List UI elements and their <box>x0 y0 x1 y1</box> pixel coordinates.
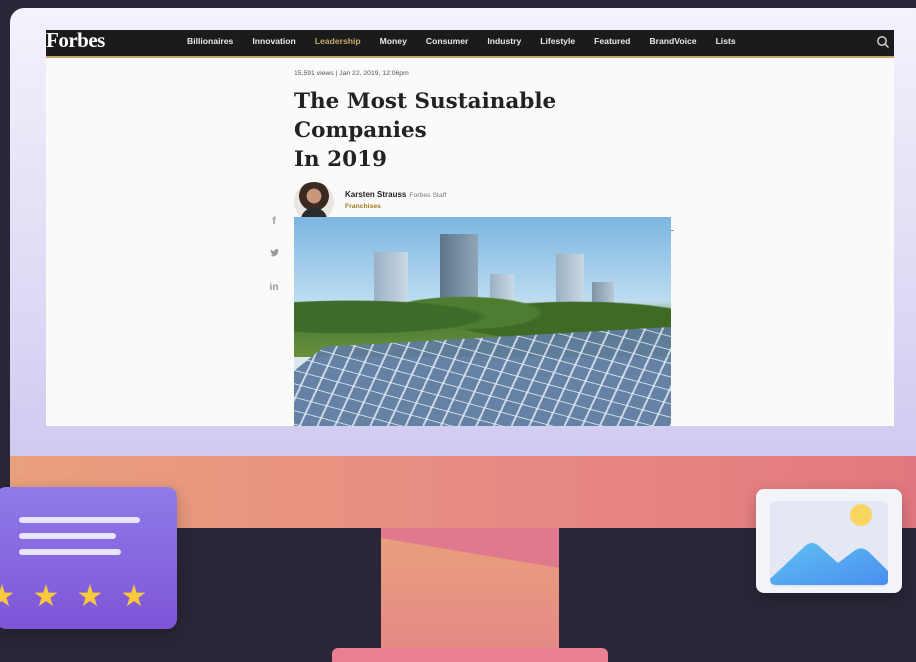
search-icon[interactable] <box>876 35 890 49</box>
image-icon <box>770 501 888 587</box>
star-icon: ★ <box>120 580 148 613</box>
article-header: 15,591 views | Jan 22, 2019, 12:06pm The… <box>294 70 674 231</box>
author-line: Karsten Strauss Forbes Staff <box>345 190 446 199</box>
nav-links: Billionaires Innovation Leadership Money… <box>187 36 755 46</box>
facebook-icon[interactable]: f <box>264 216 284 227</box>
nav-innovation[interactable]: Innovation <box>252 36 295 46</box>
author-role: Forbes Staff <box>409 192 447 199</box>
monitor-stand <box>381 528 559 648</box>
author-name[interactable]: Karsten Strauss <box>345 190 406 199</box>
top-nav-bar: Forbes Billionaires Innovation Leadershi… <box>46 30 894 58</box>
nav-featured[interactable]: Featured <box>594 36 630 46</box>
article-category[interactable]: Franchises <box>345 203 381 210</box>
linkedin-icon[interactable]: in <box>264 282 284 293</box>
hero-image <box>294 217 671 426</box>
star-icon: ★ <box>76 580 104 613</box>
article-title-line-1: The Most Sustainable Companies <box>294 89 557 143</box>
twitter-icon[interactable] <box>264 249 284 260</box>
nav-industry[interactable]: Industry <box>487 36 521 46</box>
share-bar: f in <box>264 216 284 315</box>
nav-brandvoice[interactable]: BrandVoice <box>649 36 696 46</box>
browser-viewport: Forbes Billionaires Innovation Leadershi… <box>46 30 894 426</box>
byline: Karsten Strauss Forbes Staff Franchises <box>294 182 674 222</box>
author-avatar[interactable] <box>294 182 334 222</box>
article-title: The Most Sustainable Companies In 2019 <box>294 87 674 174</box>
star-icon: ★ <box>32 580 60 613</box>
article-meta: 15,591 views | Jan 22, 2019, 12:06pm <box>294 70 409 77</box>
nav-money[interactable]: Money <box>380 36 407 46</box>
nav-lists[interactable]: Lists <box>716 36 736 46</box>
nav-lifestyle[interactable]: Lifestyle <box>540 36 575 46</box>
nav-billionaires[interactable]: Billionaires <box>187 36 233 46</box>
review-card: ★ ★ ★ ★ <box>0 487 177 629</box>
nav-leadership[interactable]: Leadership <box>315 36 361 46</box>
star-icon: ★ <box>0 580 16 613</box>
nav-consumer[interactable]: Consumer <box>426 36 469 46</box>
article-title-line-2: In 2019 <box>294 147 388 172</box>
monitor-base <box>332 648 608 662</box>
rating-stars: ★ ★ ★ ★ <box>0 580 148 613</box>
image-placeholder-card <box>756 489 902 593</box>
site-logo[interactable]: Forbes <box>46 30 105 53</box>
